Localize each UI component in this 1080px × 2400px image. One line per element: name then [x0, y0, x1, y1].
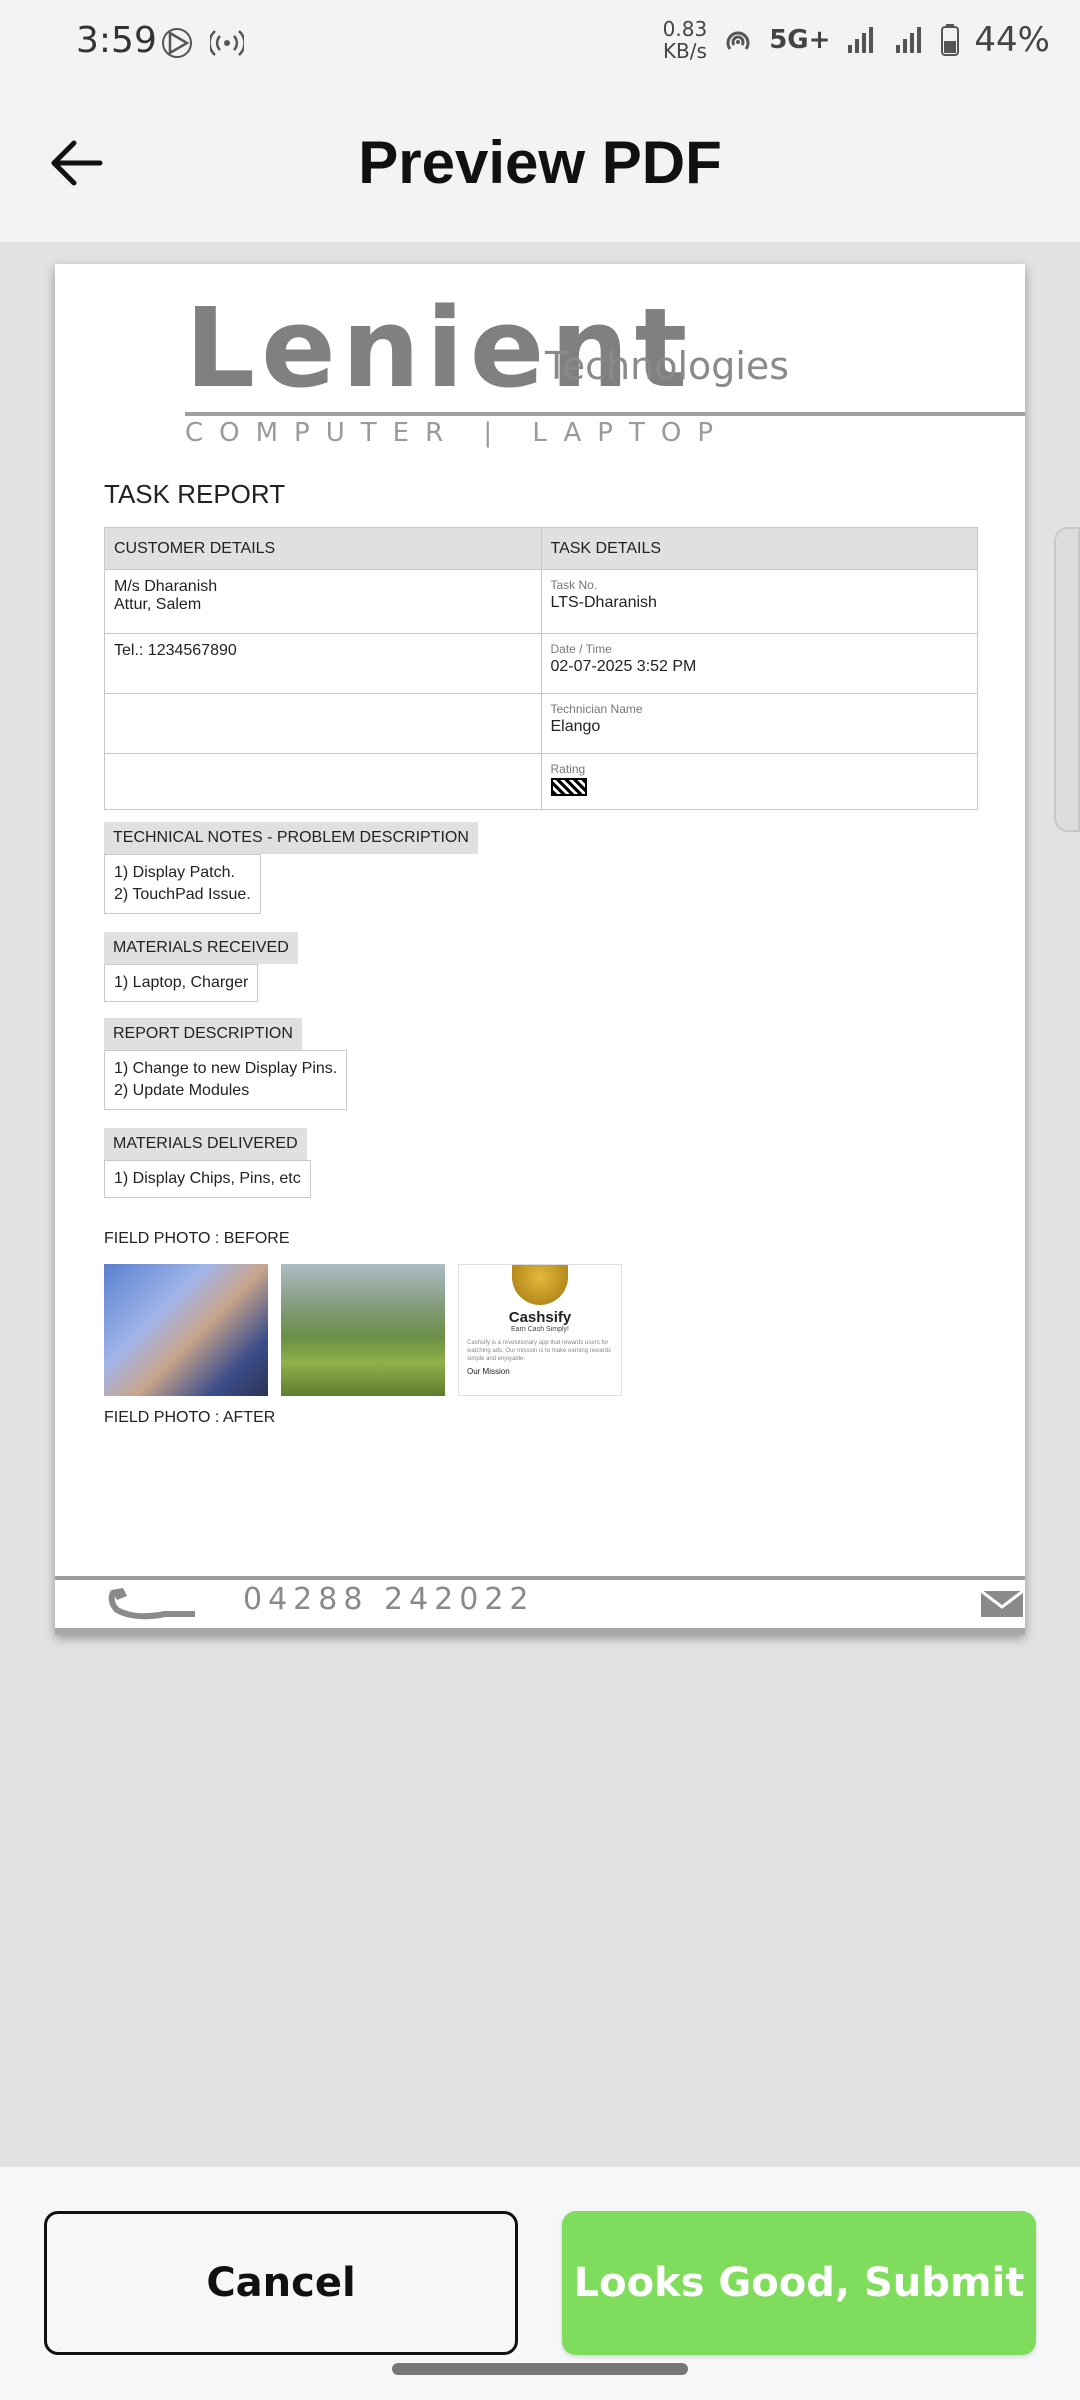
network-type: 5G+ — [769, 25, 831, 55]
task-no-label: Task No. — [550, 578, 598, 592]
technician-cell: Technician Name Elango — [540, 693, 978, 754]
signal-icon-2 — [896, 27, 922, 53]
phone-icon — [108, 1588, 195, 1620]
cancel-button[interactable]: Cancel — [44, 2211, 518, 2355]
photo3-title: Cashsify — [508, 1309, 572, 1326]
company-logo: Lenient Technologies COMPUTER | LAPTOP — [185, 284, 1025, 448]
battery-icon — [941, 24, 960, 56]
footer-phone: 04288 242022 — [243, 1582, 535, 1617]
speed-unit: KB/s — [662, 39, 707, 63]
customer-name: M/s Dharanish — [114, 578, 218, 595]
technical-notes-body: 1) Display Patch. 2) TouchPad Issue. — [104, 854, 261, 914]
status-left-icons — [160, 26, 244, 60]
status-time: 3:59 — [76, 20, 157, 61]
field-photo-2 — [281, 1264, 445, 1396]
technician-label: Technician Name — [550, 702, 643, 716]
footer-band — [55, 1628, 1025, 1634]
empty-cell — [104, 753, 542, 810]
datetime-label: Date / Time — [550, 642, 612, 656]
empty-cell — [104, 693, 542, 754]
field-photo-1 — [104, 1264, 268, 1396]
scrollbar-thumb[interactable] — [1054, 527, 1080, 832]
photo-after-label: FIELD PHOTO : AFTER — [104, 1409, 276, 1426]
page-title: Preview PDF — [358, 129, 722, 196]
play-store-icon — [162, 28, 192, 58]
photo3-subtitle: Earn Cash Simply! — [511, 1326, 569, 1333]
datetime-cell: Date / Time 02-07-2025 3:52 PM — [540, 633, 978, 694]
technical-notes-section: TECHNICAL NOTES - PROBLEM DESCRIPTION 1)… — [104, 822, 478, 914]
coin-logo — [512, 1265, 568, 1305]
customer-address: Attur, Salem — [114, 596, 202, 613]
materials-delivered-body: 1) Display Chips, Pins, etc — [104, 1160, 311, 1198]
speed-value: 0.83 — [662, 17, 708, 41]
logo-tagline: COMPUTER | LAPTOP — [185, 418, 729, 448]
logo-divider — [185, 412, 1025, 416]
datetime-value: 02-07-2025 3:52 PM — [550, 658, 697, 675]
task-no-cell: Task No. LTS-Dharanish — [540, 569, 978, 634]
materials-received-title: MATERIALS RECEIVED — [104, 932, 298, 964]
report-description-section: REPORT DESCRIPTION 1) Change to new Disp… — [104, 1018, 348, 1110]
report-description-body: 1) Change to new Display Pins. 2) Update… — [104, 1050, 348, 1110]
status-right-icons: 0.83 KB/s 5G+ 44% — [663, 18, 1050, 62]
field-photo-3: Cashsify Earn Cash Simply! Cashsify is a… — [458, 1264, 622, 1396]
logo-sub-text: Technologies — [545, 344, 790, 388]
materials-delivered-section: MATERIALS DELIVERED 1) Display Chips, Pi… — [104, 1128, 311, 1198]
list-item: 2) Update Modules — [114, 1082, 250, 1099]
list-item: 1) Display Chips, Pins, etc — [114, 1170, 301, 1187]
mail-icon — [980, 1589, 1024, 1617]
task-no: LTS-Dharanish — [550, 594, 657, 611]
photo3-mission: Our Mission — [467, 1367, 510, 1376]
signal-icon — [848, 27, 874, 53]
report-description-title: REPORT DESCRIPTION — [104, 1018, 302, 1050]
nfc-icon — [726, 31, 750, 50]
network-speed: 0.83 KB/s — [663, 18, 708, 62]
rating-cell: Rating — [540, 753, 978, 810]
technical-notes-title: TECHNICAL NOTES - PROBLEM DESCRIPTION — [104, 822, 478, 854]
submit-button[interactable]: Looks Good, Submit — [562, 2211, 1036, 2355]
photo-before-label: FIELD PHOTO : BEFORE — [104, 1230, 290, 1247]
materials-received-body: 1) Laptop, Charger — [104, 964, 259, 1002]
hotspot-icon — [210, 30, 244, 56]
report-title: TASK REPORT — [104, 479, 286, 509]
photo3-text: Cashsify is a revolutionary app that rew… — [467, 1340, 612, 1362]
footer-divider — [55, 1576, 1025, 1580]
task-details-header: TASK DETAILS — [540, 527, 978, 570]
home-indicator[interactable] — [392, 2363, 688, 2375]
rating-image — [550, 778, 587, 796]
list-item: 1) Change to new Display Pins. — [114, 1060, 338, 1077]
materials-received-section: MATERIALS RECEIVED 1) Laptop, Charger — [104, 932, 298, 1002]
customer-tel: Tel.: 1234567890 — [114, 642, 237, 659]
list-item: 2) TouchPad Issue. — [114, 886, 251, 903]
list-item: 1) Laptop, Charger — [114, 974, 249, 991]
details-table: CUSTOMER DETAILS TASK DETAILS M/s Dharan… — [104, 527, 978, 810]
status-bar: 3:59 0.83 KB/s 5G+ 44% — [0, 0, 1080, 88]
materials-delivered-title: MATERIALS DELIVERED — [104, 1128, 307, 1160]
rating-label: Rating — [550, 762, 586, 776]
customer-name-cell: M/s Dharanish Attur, Salem — [104, 569, 542, 634]
before-photos: Cashsify Earn Cash Simply! Cashsify is a… — [104, 1264, 622, 1396]
list-item: 1) Display Patch. — [114, 864, 235, 881]
battery-percent: 44% — [974, 20, 1050, 60]
app-bar: Preview PDF — [0, 88, 1080, 242]
customer-tel-cell: Tel.: 1234567890 — [104, 633, 542, 694]
pdf-page: Lenient Technologies COMPUTER | LAPTOP T… — [55, 264, 1025, 1634]
technician-name: Elango — [550, 718, 601, 735]
customer-details-header: CUSTOMER DETAILS — [104, 527, 542, 570]
